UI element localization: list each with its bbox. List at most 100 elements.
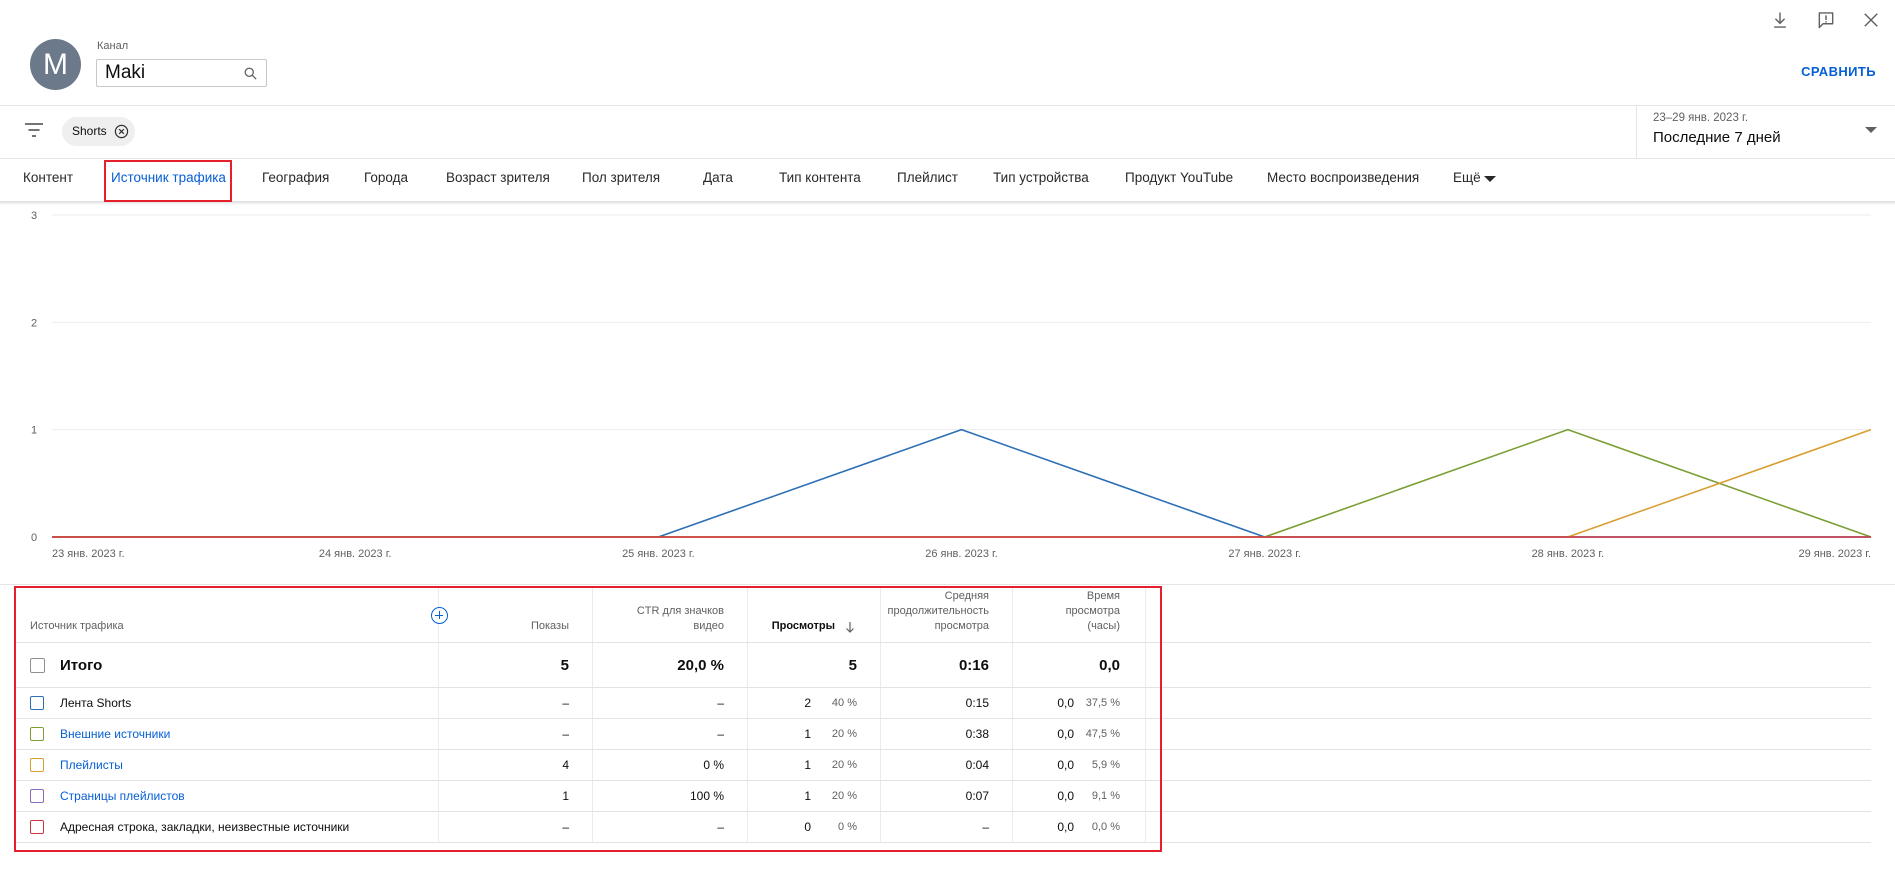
views-line-chart: 0 1 2 3 23 янв. 2023 г. 24 янв. 2023 г. 25 янв… <box>31 210 1872 560</box>
column-header-source[interactable]: Источник трафика <box>15 587 439 642</box>
tab-geography[interactable]: География <box>262 170 329 185</box>
column-header-line: CTR для значков <box>636 605 724 617</box>
views-percent: 40 % <box>831 697 857 709</box>
views-count: 1 <box>804 789 811 803</box>
source-link[interactable]: Внешние источники <box>60 727 170 741</box>
source-name: Адресная строка, закладки, неизвестные и… <box>60 820 350 834</box>
source-cell: Адресная строка, закладки, неизвестные и… <box>15 812 439 842</box>
search-icon[interactable] <box>243 66 258 81</box>
tab-playback-location[interactable]: Место воспроизведения <box>1267 170 1419 185</box>
y-tick-label: 3 <box>31 210 37 222</box>
table-row: Внешние источники – – 1 20 % 0:38 0,0 47,5… <box>15 719 1871 750</box>
views-cell: 2 40 % <box>748 688 881 718</box>
tab-traffic-source[interactable]: Источник трафика <box>111 170 226 185</box>
watch-time-percent: 5,9 % <box>1091 759 1120 771</box>
table-row: Плейлисты 4 0 % 1 20 % 0:04 0,0 5,9 % <box>15 750 1871 781</box>
views-percent: 20 % <box>831 790 857 802</box>
column-header-avg-duration[interactable]: Средняя продолжительность просмотра <box>881 587 1013 642</box>
watch-time-value: 0,0 <box>1057 820 1074 834</box>
tab-playlist[interactable]: Плейлист <box>897 170 958 185</box>
x-tick-label: 26 янв. 2023 г. <box>925 548 998 560</box>
chip-remove-icon[interactable] <box>114 124 129 139</box>
tab-cities[interactable]: Города <box>364 170 408 185</box>
source-cell: Плейлисты <box>15 750 439 780</box>
sort-arrow-down-icon[interactable] <box>845 621 855 633</box>
views-percent: 20 % <box>831 759 857 771</box>
watch-time-percent: 47,5 % <box>1085 728 1120 740</box>
table-total-row: Итого 5 20,0 % 5 0:16 0,0 <box>15 643 1871 688</box>
ctr-cell: 100 % <box>593 781 748 811</box>
source-link[interactable]: Плейлисты <box>60 758 123 772</box>
column-header-impressions[interactable]: Показы <box>439 587 593 642</box>
column-header-line: (часы) <box>1087 620 1120 632</box>
impressions-cell: – <box>439 688 593 718</box>
row-filler <box>1146 781 1871 811</box>
watch-time-value: 0,0 <box>1057 727 1074 741</box>
row-checkbox[interactable] <box>30 727 44 741</box>
watch-time-cell: 0,0 5,9 % <box>1013 750 1146 780</box>
more-caret-icon[interactable] <box>1484 176 1496 182</box>
x-tick-label: 23 янв. 2023 г. <box>52 548 125 560</box>
avatar[interactable]: M <box>30 39 81 90</box>
tab-viewer-age[interactable]: Возраст зрителя <box>446 170 550 185</box>
tab-date[interactable]: Дата <box>703 170 733 185</box>
date-preset-select[interactable]: Последние 7 дней <box>1653 129 1781 146</box>
avg-duration-cell: 0:15 <box>881 688 1013 718</box>
ctr-cell: – <box>593 812 748 842</box>
tab-viewer-gender[interactable]: Пол зрителя <box>582 170 660 185</box>
column-header-ctr[interactable]: CTR для значков видео <box>593 587 748 642</box>
watch-time-cell: 0,0 47,5 % <box>1013 719 1146 749</box>
filter-chip[interactable]: Shorts <box>62 117 135 146</box>
views-percent: 0 % <box>838 821 857 833</box>
watch-time-cell: 0,0 37,5 % <box>1013 688 1146 718</box>
filter-icon[interactable] <box>23 119 45 141</box>
row-checkbox[interactable] <box>30 758 44 772</box>
feedback-icon[interactable] <box>1816 10 1836 30</box>
source-name: Лента Shorts <box>60 696 132 710</box>
select-all-checkbox[interactable] <box>30 657 45 673</box>
column-header-watch-time[interactable]: Время просмотра (часы) <box>1013 587 1146 642</box>
avg-duration-cell: 0:38 <box>881 719 1013 749</box>
ctr-cell: 0 % <box>593 750 748 780</box>
series-line-1 <box>52 428 1872 538</box>
date-divider <box>1636 106 1637 158</box>
views-percent: 20 % <box>831 728 857 740</box>
close-icon[interactable] <box>1861 10 1881 30</box>
tab-content-type[interactable]: Тип контента <box>779 170 861 185</box>
watch-time-value: 0,0 <box>1057 696 1074 710</box>
tab-youtube-product[interactable]: Продукт YouTube <box>1125 170 1233 185</box>
views-count: 0 <box>804 820 811 834</box>
views-count: 1 <box>804 727 811 741</box>
tab-more[interactable]: Ещё <box>1453 170 1481 185</box>
source-link[interactable]: Страницы плейлистов <box>60 789 185 803</box>
chevron-down-icon[interactable] <box>1865 127 1877 133</box>
channel-search-input[interactable] <box>105 62 233 84</box>
column-header-views[interactable]: Просмотры <box>748 587 881 642</box>
series-line-2 <box>52 428 1872 538</box>
row-checkbox[interactable] <box>30 696 44 710</box>
compare-button[interactable]: СРАВНИТЬ <box>1801 64 1876 79</box>
channel-search-box[interactable] <box>96 59 267 87</box>
tab-device-type[interactable]: Тип устройства <box>993 170 1089 185</box>
table-header-row: Источник трафика Показы CTR для значков в… <box>15 587 1871 643</box>
row-filler <box>1146 750 1871 780</box>
row-checkbox[interactable] <box>30 820 44 834</box>
views-cell: 0 0 % <box>748 812 881 842</box>
filter-chip-label: Shorts <box>72 124 107 138</box>
views-cell: 1 20 % <box>748 750 881 780</box>
impressions-cell: – <box>439 812 593 842</box>
impressions-cell: – <box>439 719 593 749</box>
avg-duration-cell: 0:07 <box>881 781 1013 811</box>
date-range-text[interactable]: 23–29 янв. 2023 г. <box>1653 112 1748 124</box>
total-source-cell: Итого <box>15 643 439 687</box>
row-checkbox[interactable] <box>30 789 44 803</box>
tab-content[interactable]: Контент <box>23 170 73 185</box>
filter-divider <box>0 158 1895 159</box>
total-label: Итого <box>60 656 103 674</box>
column-header-line: Время <box>1086 590 1120 602</box>
download-icon[interactable] <box>1770 10 1790 30</box>
column-header-line: продолжительность <box>887 605 989 617</box>
header-filler <box>1146 587 1871 642</box>
add-column-button[interactable] <box>431 607 448 624</box>
x-tick-label: 27 янв. 2023 г. <box>1228 548 1301 560</box>
